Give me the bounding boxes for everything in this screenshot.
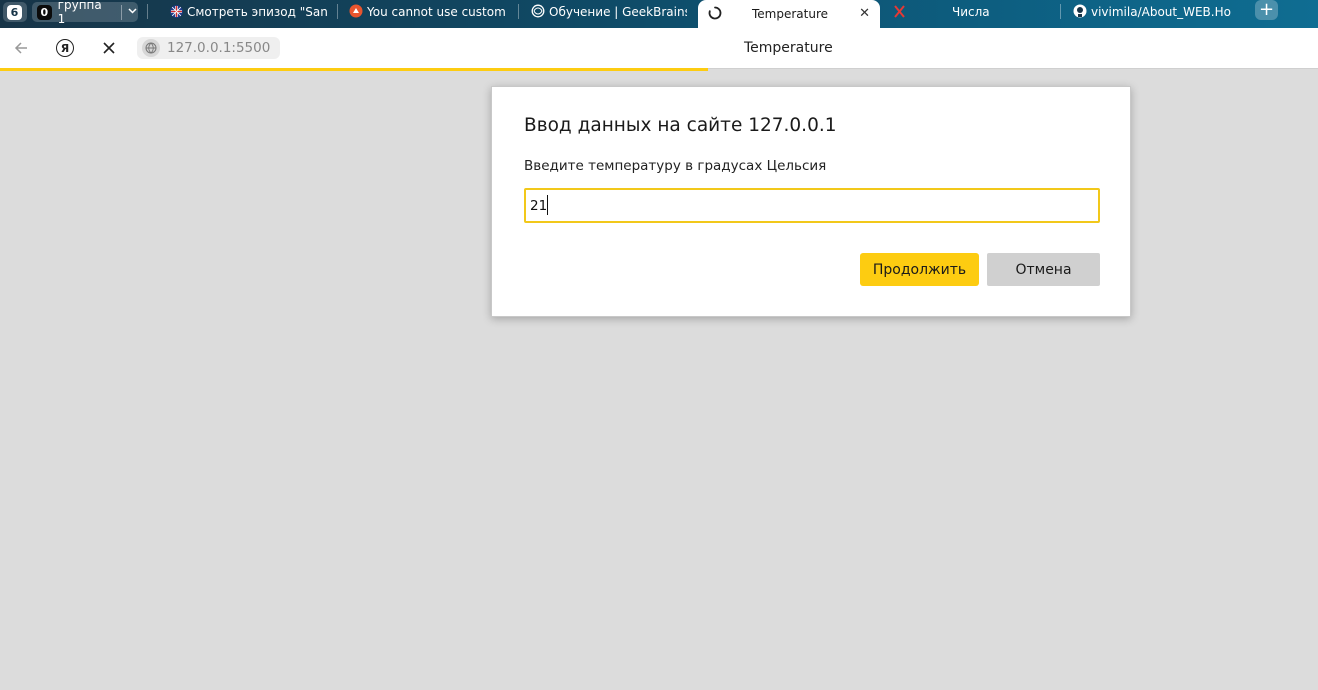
close-icon: [103, 42, 115, 54]
tab-temperature-active[interactable]: Temperature ✕: [698, 0, 880, 28]
globe-icon: [142, 39, 160, 57]
group-label: группа 1: [57, 0, 102, 26]
temperature-input[interactable]: [524, 188, 1100, 223]
tab-chisla[interactable]: Числа: [888, 0, 1048, 23]
new-tab-button[interactable]: +: [1255, 0, 1278, 20]
github-icon: [1073, 4, 1087, 18]
tab-count-badge: 6: [7, 4, 22, 20]
tab-geekbrains[interactable]: Обучение | GeekBrains: [527, 0, 687, 23]
tab-github[interactable]: vivimila/About_WEB.Ho: [1069, 0, 1241, 23]
prompt-dialog: Ввод данных на сайте 127.0.0.1 Введите т…: [491, 86, 1131, 317]
group-count-badge: 0: [37, 4, 52, 20]
cancel-button[interactable]: Отмена: [987, 253, 1100, 286]
dialog-message: Введите температуру в градусах Цельсия: [524, 158, 827, 174]
dialog-title: Ввод данных на сайте 127.0.0.1: [524, 115, 837, 136]
tab-sanc[interactable]: Смотреть эпизод "Sanc: [165, 0, 328, 23]
address-field[interactable]: 127.0.0.1:5500: [137, 37, 280, 59]
tab-strip: 6 0 группа 1 Смотреть эпизод "Sanc You c…: [0, 0, 1318, 28]
tab-label: Обучение | GeekBrains: [549, 4, 687, 19]
tab-separator: [518, 4, 519, 19]
tab-label: Temperature: [752, 7, 829, 21]
tab-label: Числа: [952, 4, 990, 19]
tab-label: Смотреть эпизод "Sanc: [187, 4, 328, 19]
tab-separator: [337, 4, 338, 19]
back-button[interactable]: [10, 37, 32, 59]
tab-separator: [1060, 4, 1061, 19]
tab-custom[interactable]: You cannot use custom: [345, 0, 505, 23]
group-divider: [121, 4, 122, 20]
tab-group-pill[interactable]: 0 группа 1: [32, 0, 138, 26]
tab-separator: [147, 4, 148, 19]
tab-label: You cannot use custom: [367, 4, 505, 19]
close-tab-icon[interactable]: ✕: [859, 6, 870, 21]
text-caret: [547, 195, 548, 215]
uk-flag-icon: [169, 4, 183, 18]
plus-icon: +: [1258, 0, 1275, 20]
navigation-bar: Я 127.0.0.1:5500 Temperature: [0, 28, 1318, 68]
stop-loading-button[interactable]: [98, 37, 120, 59]
chevron-down-icon[interactable]: [127, 5, 138, 19]
continue-button[interactable]: Продолжить: [860, 253, 979, 286]
page-title: Temperature: [744, 40, 833, 56]
loading-progress-bar: [0, 68, 708, 71]
loading-spinner-icon: [708, 6, 722, 20]
puzzle-icon: [349, 4, 363, 18]
arrow-left-icon: [14, 42, 27, 54]
tab-label: vivimila/About_WEB.Ho: [1091, 4, 1231, 19]
yandex-button[interactable]: Я: [54, 37, 76, 59]
x-logo-icon: [892, 4, 906, 18]
tab-count-pill[interactable]: 6: [3, 2, 27, 22]
yandex-logo-icon: Я: [56, 39, 74, 57]
url-text: 127.0.0.1:5500: [167, 40, 271, 56]
geekbrains-icon: [531, 4, 545, 18]
